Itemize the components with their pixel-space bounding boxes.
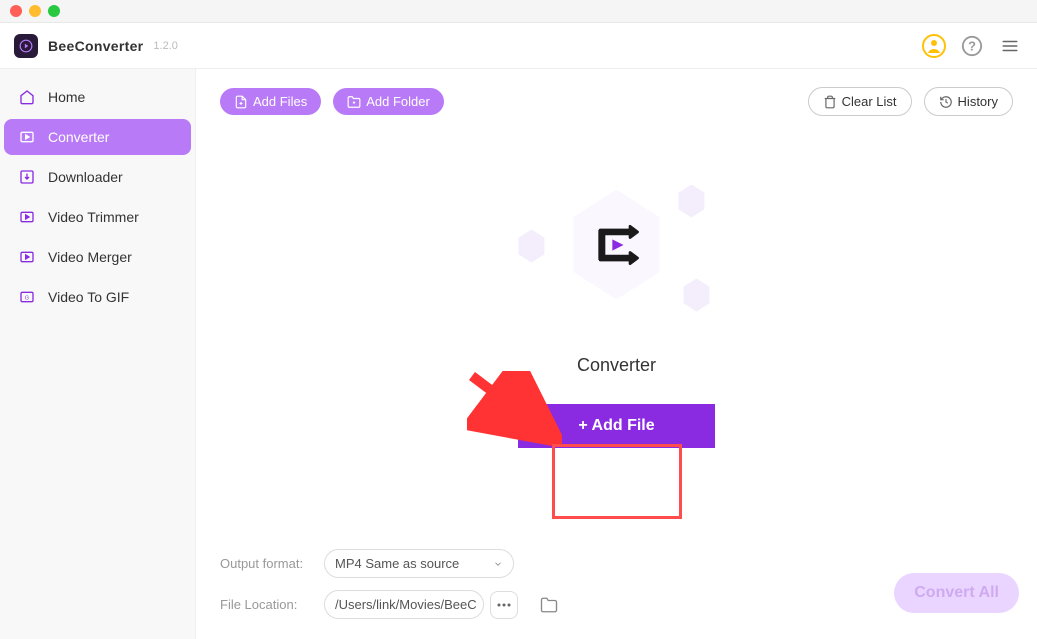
converter-icon: [18, 128, 36, 146]
merge-icon: [18, 248, 36, 266]
app-header: BeeConverter 1.2.0 ?: [0, 23, 1037, 69]
window-minimize-button[interactable]: [29, 5, 41, 17]
gif-icon: G: [18, 288, 36, 306]
convert-all-button[interactable]: Convert All: [894, 573, 1019, 613]
app-name: BeeConverter: [48, 38, 143, 54]
file-location-value: /Users/link/Movies/BeeC: [335, 597, 477, 612]
folder-open-icon: [540, 596, 558, 614]
folder-icon: [347, 95, 361, 109]
window-maximize-button[interactable]: [48, 5, 60, 17]
sidebar-item-label: Video Trimmer: [48, 209, 139, 225]
drop-zone-title: Converter: [577, 355, 656, 376]
app-logo: [14, 34, 38, 58]
history-button[interactable]: History: [924, 87, 1013, 116]
sidebar-item-converter[interactable]: Converter: [4, 119, 191, 155]
drop-zone[interactable]: Converter + Add File: [196, 134, 1037, 533]
history-icon: [939, 95, 953, 109]
titlebar: [0, 0, 1037, 23]
more-options-button[interactable]: [490, 591, 518, 619]
sidebar-item-merger[interactable]: Video Merger: [4, 239, 191, 275]
help-button[interactable]: ?: [959, 33, 985, 59]
trash-icon: [823, 95, 837, 109]
sidebar-item-home[interactable]: Home: [4, 79, 191, 115]
dots-icon: [497, 603, 511, 607]
file-icon: [234, 95, 248, 109]
sidebar-item-gif[interactable]: G Video To GIF: [4, 279, 191, 315]
svg-text:G: G: [25, 296, 29, 302]
clear-list-button[interactable]: Clear List: [808, 87, 912, 116]
menu-button[interactable]: [997, 33, 1023, 59]
sidebar-item-label: Downloader: [48, 169, 123, 185]
add-folder-label: Add Folder: [366, 94, 430, 109]
add-folder-button[interactable]: Add Folder: [333, 88, 444, 115]
download-icon: [18, 168, 36, 186]
output-format-value: MP4 Same as source: [335, 556, 459, 571]
sidebar-item-trimmer[interactable]: Video Trimmer: [4, 199, 191, 235]
file-location-label: File Location:: [220, 597, 310, 612]
add-files-button[interactable]: Add Files: [220, 88, 321, 115]
chevron-down-icon: [493, 559, 503, 569]
annotation-highlight: [552, 444, 682, 519]
sidebar-item-label: Converter: [48, 129, 109, 145]
add-files-label: Add Files: [253, 94, 307, 109]
toolbar: Add Files Add Folder Clear List History: [196, 69, 1037, 134]
trim-icon: [18, 208, 36, 226]
home-icon: [18, 88, 36, 106]
sidebar-item-downloader[interactable]: Downloader: [4, 159, 191, 195]
svg-text:?: ?: [968, 38, 976, 53]
open-folder-button[interactable]: [537, 593, 561, 617]
clear-list-label: Clear List: [842, 94, 897, 109]
output-format-select[interactable]: MP4 Same as source: [324, 549, 514, 578]
file-location-field[interactable]: /Users/link/Movies/BeeC: [324, 590, 484, 619]
output-format-label: Output format:: [220, 556, 310, 571]
account-button[interactable]: [921, 33, 947, 59]
content-area: Add Files Add Folder Clear List History: [196, 69, 1037, 639]
add-file-main-button[interactable]: + Add File: [518, 404, 714, 448]
sidebar-item-label: Video To GIF: [48, 289, 129, 305]
app-version: 1.2.0: [153, 40, 177, 52]
history-label: History: [958, 94, 998, 109]
convert-icon: [589, 217, 645, 273]
sidebar: Home Converter Downloader Video Trimmer …: [0, 69, 196, 639]
sidebar-item-label: Home: [48, 89, 85, 105]
sidebar-item-label: Video Merger: [48, 249, 132, 265]
converter-illustration: [517, 180, 717, 330]
window-close-button[interactable]: [10, 5, 22, 17]
